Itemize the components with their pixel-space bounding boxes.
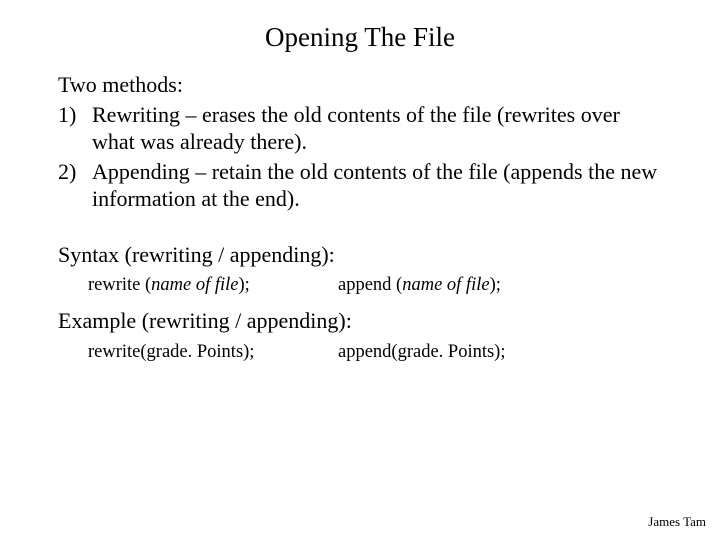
example-row: rewrite(grade. Points); append(grade. Po…	[88, 341, 662, 364]
code-text: );	[490, 275, 501, 295]
example-append: append(grade. Points);	[338, 341, 662, 364]
example-heading: Example (rewriting / appending):	[58, 307, 662, 335]
syntax-row: rewrite (name of file); append (name of …	[88, 274, 662, 297]
code-italic: name of file	[151, 275, 238, 295]
syntax-append: append (name of file);	[338, 274, 662, 297]
slide-body: Two methods: 1) Rewriting – erases the o…	[0, 71, 720, 364]
syntax-rewrite: rewrite (name of file);	[88, 274, 338, 297]
list-text: Rewriting – erases the old contents of t…	[92, 101, 662, 156]
syntax-heading: Syntax (rewriting / appending):	[58, 241, 662, 269]
code-text: rewrite (	[88, 275, 151, 295]
slide: Opening The File Two methods: 1) Rewriti…	[0, 0, 720, 540]
code-text: append (	[338, 275, 402, 295]
methods-list: 1) Rewriting – erases the old contents o…	[58, 101, 662, 213]
list-number: 1)	[58, 101, 92, 156]
list-item: 2) Appending – retain the old contents o…	[58, 158, 662, 213]
list-number: 2)	[58, 158, 92, 213]
slide-title: Opening The File	[0, 0, 720, 65]
footer-author: James Tam	[648, 514, 706, 530]
list-item: 1) Rewriting – erases the old contents o…	[58, 101, 662, 156]
code-text: );	[239, 275, 250, 295]
example-rewrite: rewrite(grade. Points);	[88, 341, 338, 364]
code-italic: name of file	[402, 275, 489, 295]
intro-text: Two methods:	[58, 71, 662, 99]
list-text: Appending – retain the old contents of t…	[92, 158, 662, 213]
